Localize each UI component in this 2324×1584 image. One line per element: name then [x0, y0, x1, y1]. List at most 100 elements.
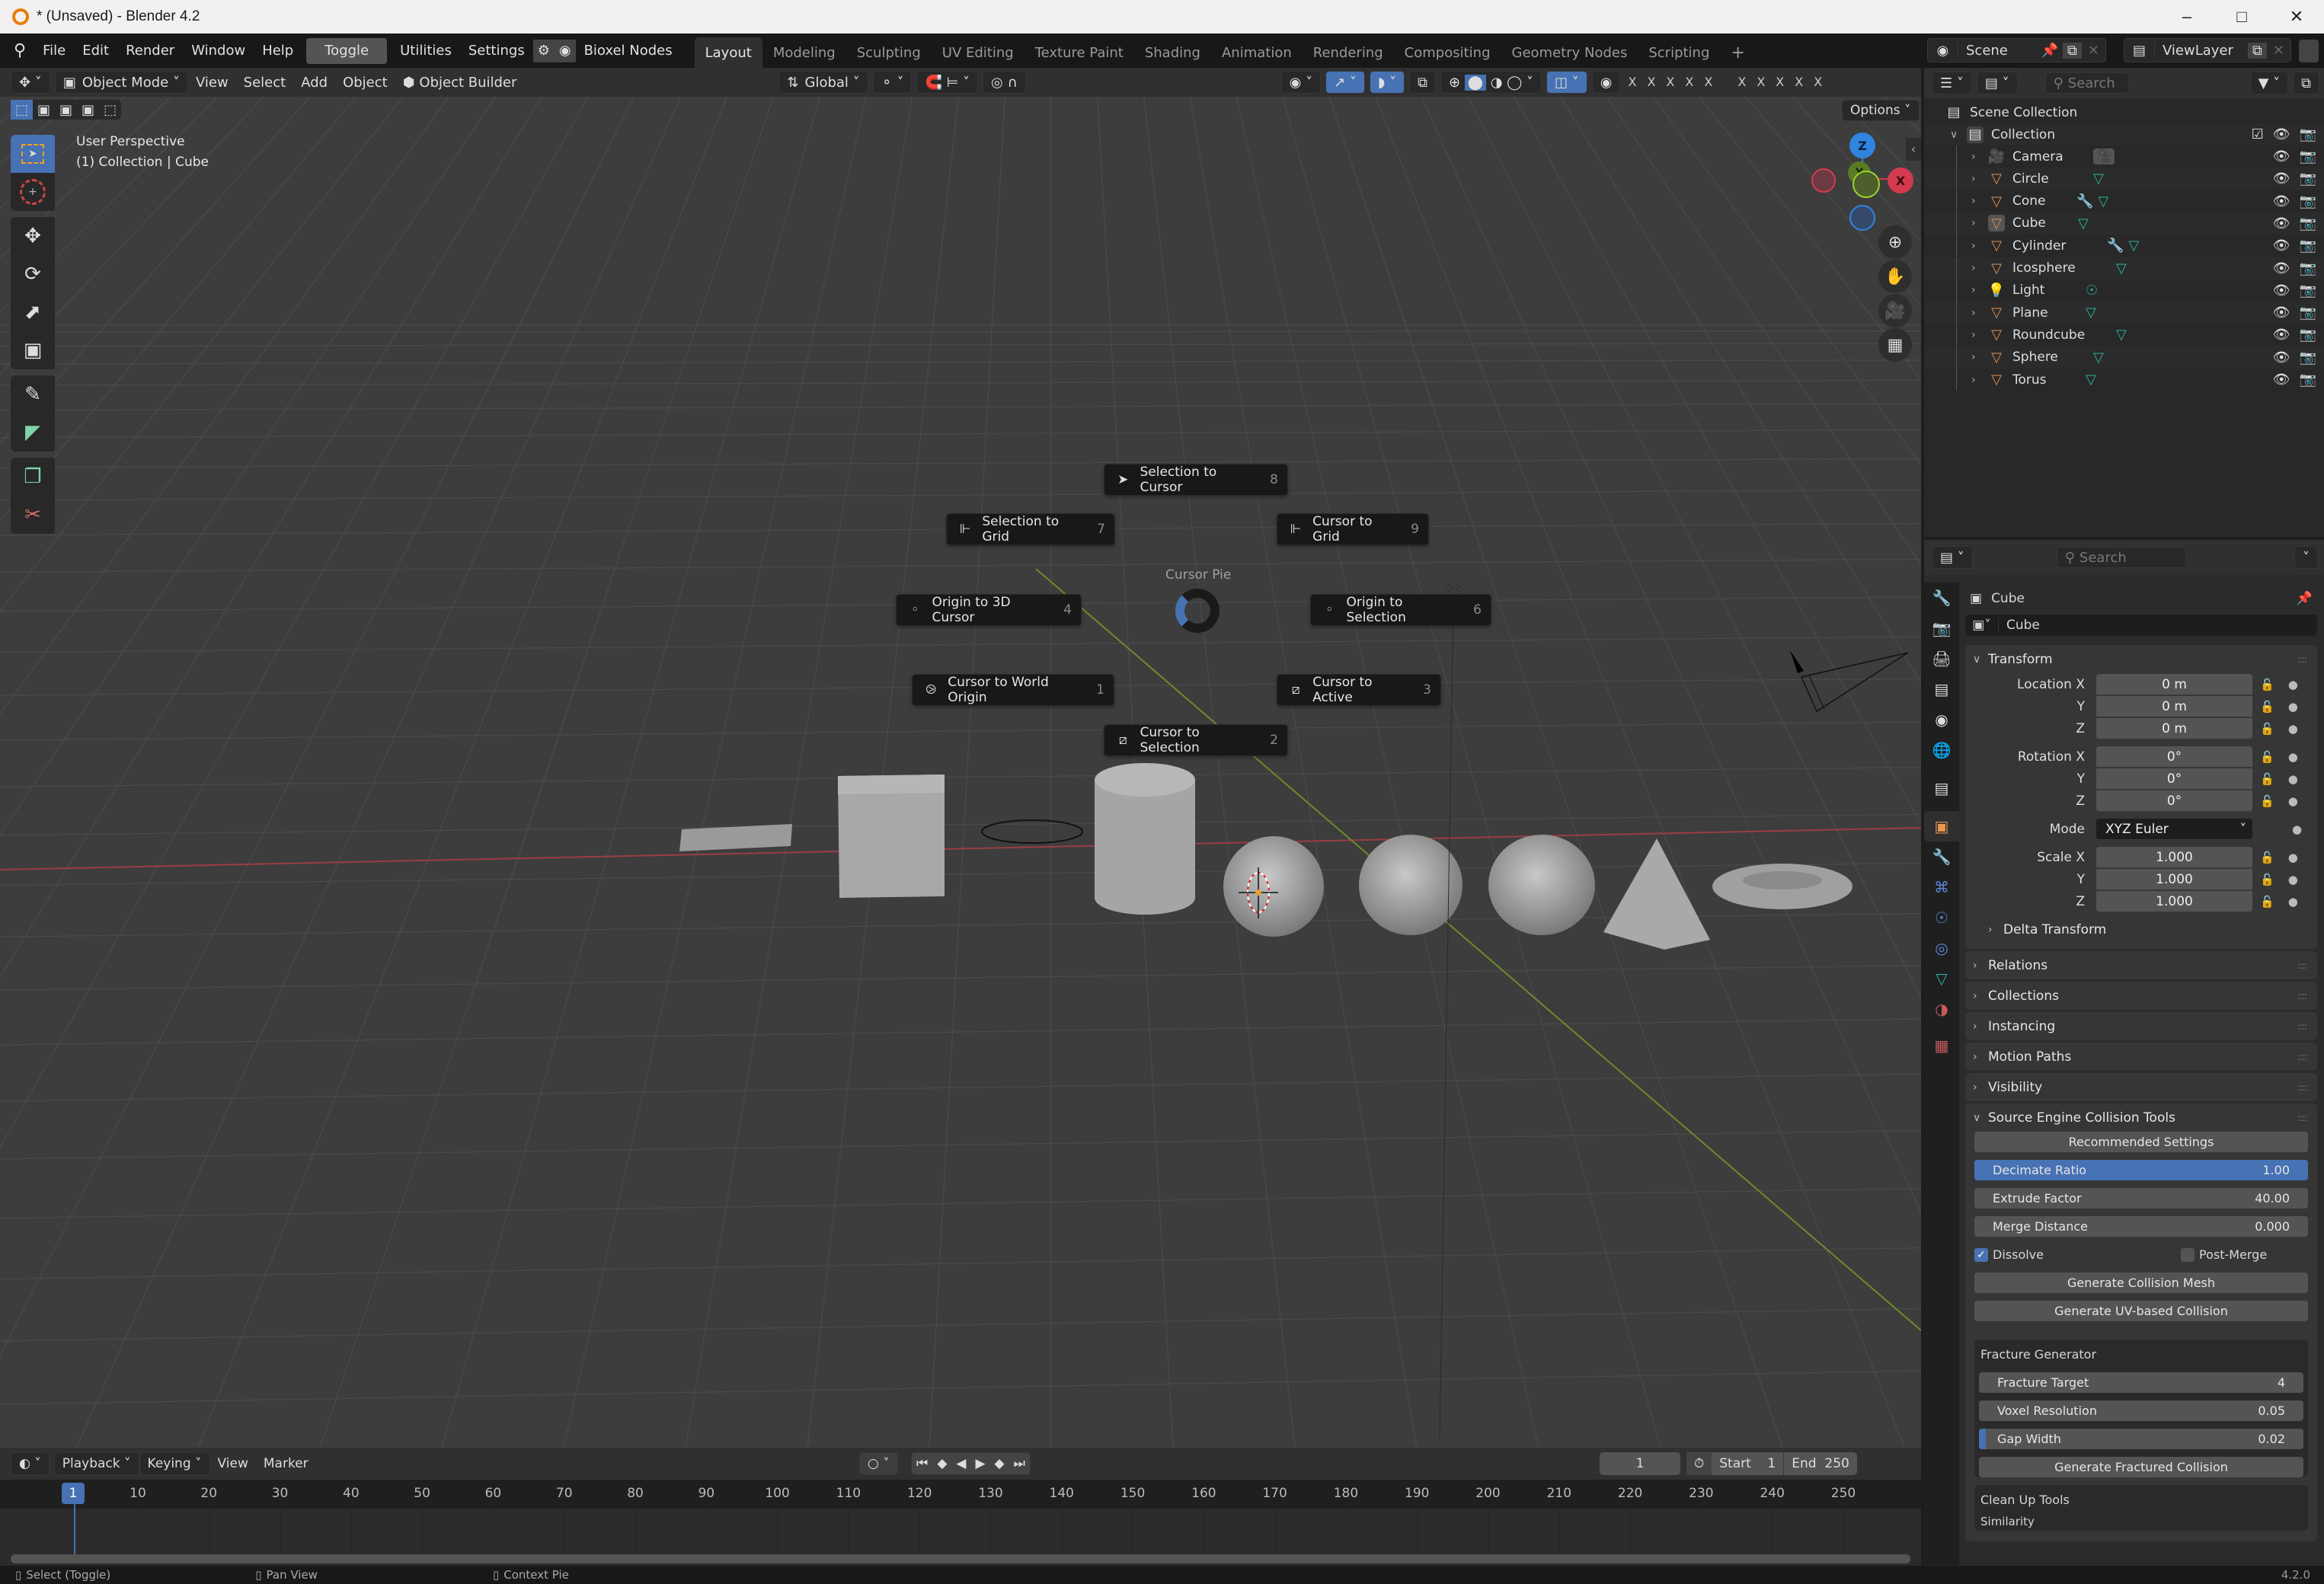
drag-grip-icon[interactable]: ::::	[2297, 1021, 2307, 1032]
timeline-editor[interactable]: ◐ ˅ Playback ˅ Keying ˅ View Marker ○ ˅ …	[0, 1448, 1921, 1566]
eye-icon[interactable]: 👁	[2273, 283, 2290, 299]
camera-render-icon[interactable]: 📷	[2300, 372, 2316, 388]
mesh-data-icon[interactable]: ▽	[2093, 350, 2104, 366]
cursor-tool-icon[interactable]: +	[11, 173, 55, 211]
3d-viewport[interactable]: ✥ ˅ ▣ Object Mode ˅ View Select Add Objec…	[0, 68, 1921, 1448]
pie-cursor-to-selection[interactable]: ⧄ Cursor to Selection 2	[1104, 724, 1288, 756]
mesh-data-icon[interactable]: ▽	[2116, 260, 2127, 276]
keyframe-dot-icon[interactable]: ●	[2288, 750, 2298, 764]
auto-keying-toggle[interactable]: ○ ˅	[859, 1452, 898, 1475]
outliner-object-row[interactable]: › ▽ Circle ▽ 👁 📷	[1924, 168, 2324, 190]
camera-object-icon[interactable]: 🎥	[1988, 148, 2005, 165]
lock-icon[interactable]: 🔓	[2260, 700, 2274, 714]
camera-render-icon[interactable]: 📷	[2300, 193, 2316, 209]
menu-window[interactable]: Window	[183, 34, 254, 68]
eye-icon[interactable]: 👁	[2273, 327, 2290, 343]
generate-fractured-collision-button[interactable]: Generate Fractured Collision	[1979, 1457, 2303, 1477]
object-tab-icon[interactable]: ▣	[1924, 811, 1959, 842]
view-layer-tab-icon[interactable]: ▤	[1924, 674, 1959, 704]
mesh-object-icon[interactable]: ▽	[1988, 260, 2005, 276]
jump-to-end-icon[interactable]: ⏭	[1009, 1452, 1030, 1475]
mesh-data-icon[interactable]: ▽	[2128, 238, 2139, 254]
camera-render-icon[interactable]: 📷	[2300, 327, 2316, 343]
tab-compositing[interactable]: Compositing	[1394, 37, 1501, 68]
expand-chevron-icon[interactable]: ›	[1971, 329, 1984, 341]
scale-x-field[interactable]: 1.000	[2096, 846, 2252, 868]
lock-icon[interactable]: 🔓	[2260, 678, 2274, 691]
properties-editor-type-icon[interactable]: ▤ ˅	[1932, 546, 1973, 569]
menu-utilities[interactable]: Utilities	[392, 34, 460, 68]
measure-tool-icon[interactable]: ◤	[11, 414, 55, 452]
extrude-factor-field[interactable]: Extrude Factor 40.00	[1974, 1188, 2308, 1209]
timeline-view-menu[interactable]: View	[210, 1452, 256, 1475]
world-tab-icon[interactable]: 🌐	[1924, 735, 1959, 765]
eye-icon[interactable]: 👁	[2273, 238, 2290, 254]
mesh-data-icon[interactable]: ▽	[2078, 216, 2089, 232]
expand-chevron-icon[interactable]: ›	[1971, 374, 1984, 386]
outliner-object-row[interactable]: › ▽ Plane ▽ 👁 📷	[1924, 302, 2324, 324]
zoom-icon[interactable]: ⊕	[1878, 225, 1912, 259]
mesh-data-icon[interactable]: ▽	[2098, 193, 2108, 209]
copy-icon[interactable]: ⧉	[2063, 42, 2082, 59]
eye-icon[interactable]: 👁	[2273, 305, 2290, 321]
rotation-mode-dropdown[interactable]: XYZ Euler ˅	[2096, 818, 2252, 840]
pivot-point-selector[interactable]: ⚬ ˅	[872, 71, 913, 94]
menu-object[interactable]: Object	[335, 71, 395, 94]
proportional-editing-toggle[interactable]: ◎ ∩	[983, 71, 1026, 94]
lock-icon[interactable]: 🔓	[2260, 750, 2274, 764]
location-x-field[interactable]: 0 m	[2096, 673, 2252, 695]
stopwatch-icon[interactable]: ⏱	[1686, 1452, 1712, 1475]
drag-grip-icon[interactable]: ::::	[2297, 1113, 2307, 1123]
editor-type-icon[interactable]: ✥ ˅	[11, 71, 50, 94]
eye-icon[interactable]: 👁	[2273, 193, 2290, 209]
eye-icon[interactable]: 👁	[2273, 126, 2290, 142]
gear-icon[interactable]: ⚙	[532, 39, 555, 62]
pan-hand-icon[interactable]: ✋	[1878, 260, 1912, 293]
constraints-tab-icon[interactable]: ◎	[1924, 933, 1959, 963]
decimate-ratio-slider[interactable]: Decimate Ratio 1.00	[1974, 1160, 2308, 1180]
gizmo-neg-x-axis[interactable]	[1811, 168, 1836, 193]
gizmo-neg-z-axis[interactable]	[1849, 205, 1875, 231]
select-intersect-icon[interactable]: ⬚	[99, 100, 121, 120]
mesh-data-icon[interactable]: ▽	[2093, 171, 2104, 187]
tab-rendering[interactable]: Rendering	[1303, 37, 1394, 68]
keyframe-dot-icon[interactable]: ●	[2288, 794, 2298, 808]
add-cube-tool-icon[interactable]: ❐	[11, 458, 55, 496]
wrench-modifier-icon[interactable]: 🔧	[2076, 193, 2093, 209]
rendered-shading-icon[interactable]: ◯	[1507, 75, 1522, 91]
mesh-object-icon[interactable]: ▽	[1988, 305, 2005, 321]
play-icon[interactable]: ▶	[970, 1452, 989, 1475]
mesh-object-icon[interactable]: ▽	[1988, 349, 2005, 366]
transform-tool-icon[interactable]: ▣	[11, 331, 55, 369]
add-workspace-button[interactable]: +	[1720, 37, 1755, 68]
transform-orientation-selector[interactable]: ⇅ Global ˅	[778, 71, 868, 94]
object-name-field[interactable]: ▣˅ Cube	[1965, 615, 2317, 636]
tab-layout[interactable]: Layout	[694, 37, 762, 68]
menu-render[interactable]: Render	[117, 34, 183, 68]
outliner-object-row[interactable]: › 💡 Light ☉ 👁 📷	[1924, 279, 2324, 302]
close-icon[interactable]: ✕	[2269, 0, 2324, 34]
eye-icon[interactable]: 👁	[2273, 260, 2290, 276]
properties-search-input[interactable]: ⚲ Search	[2056, 547, 2186, 568]
timeline-editor-type-icon[interactable]: ◐ ˅	[11, 1452, 50, 1475]
voxel-resolution-slider[interactable]: Voxel Resolution 0.05	[1979, 1400, 2303, 1421]
mesh-object-icon[interactable]: ▽	[1988, 215, 2005, 232]
prev-keyframe-icon[interactable]: ◆	[932, 1452, 951, 1475]
render-tab-icon[interactable]: 📷	[1924, 613, 1959, 644]
outliner-object-row[interactable]: › ▽ Sphere ▽ 👁 📷	[1924, 346, 2324, 369]
texture-tab-icon[interactable]: ▦	[1924, 1030, 1959, 1061]
tool-tab-icon[interactable]: 🔧	[1924, 583, 1959, 613]
visibility-toggle[interactable]: ◉	[1591, 71, 1621, 94]
timeline-scrollbar[interactable]	[11, 1554, 1910, 1563]
maximize-icon[interactable]: □	[2214, 0, 2269, 34]
tab-sculpting[interactable]: Sculpting	[846, 37, 932, 68]
object-builder-menu[interactable]: ⬢ Object Builder	[395, 71, 525, 94]
menu-help[interactable]: Help	[254, 34, 302, 68]
eye-icon[interactable]: 👁	[2273, 350, 2290, 366]
expand-chevron-icon[interactable]: ›	[1971, 195, 1984, 207]
gizmo-neg-y-axis[interactable]	[1852, 171, 1880, 198]
mesh-data-icon[interactable]: ▽	[2086, 372, 2096, 388]
drag-grip-icon[interactable]: ::::	[2297, 654, 2307, 665]
gizmo-x-axis[interactable]: X	[1888, 168, 1913, 193]
jump-to-start-icon[interactable]: ⏮	[912, 1452, 932, 1475]
